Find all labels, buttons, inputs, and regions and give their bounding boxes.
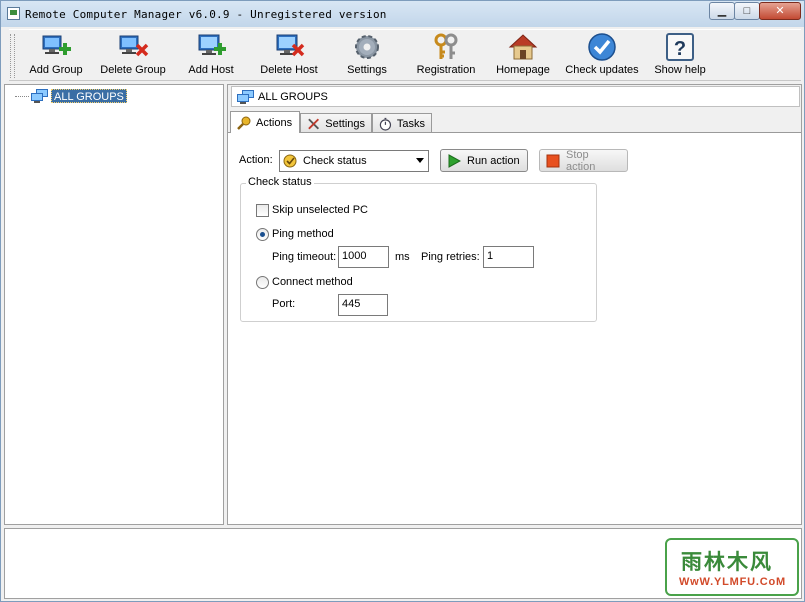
app-icon — [7, 7, 20, 20]
ms-unit-label: ms — [395, 251, 410, 263]
show-help-label: Show help — [654, 64, 706, 76]
add-group-label: Add Group — [29, 64, 83, 76]
settings-label: Settings — [347, 64, 387, 76]
homepage-label: Homepage — [496, 64, 550, 76]
ping-method-label[interactable]: Ping method — [272, 228, 334, 240]
port-label: Port: — [272, 298, 296, 310]
group-title: Check status — [246, 176, 314, 188]
tab-actions[interactable]: Actions — [230, 111, 300, 133]
computers-icon — [237, 89, 254, 104]
stop-action-button[interactable]: Stop action — [539, 148, 628, 173]
tree-connector — [15, 95, 29, 97]
connect-method-label[interactable]: Connect method — [272, 276, 353, 288]
tree-item-all-groups[interactable]: ALL GROUPS — [15, 88, 127, 104]
homepage-button[interactable]: Homepage — [492, 32, 554, 80]
tab-tasks[interactable]: Tasks — [372, 113, 432, 133]
main-pane: ALL GROUPS Actions Settings Tasks Action… — [227, 84, 802, 525]
delete-group-icon — [119, 35, 149, 57]
computers-icon — [31, 89, 48, 103]
port-input[interactable]: 445 — [338, 294, 388, 316]
check-updates-button[interactable]: Check updates — [564, 32, 640, 80]
stop-action-label: Stop action — [565, 148, 596, 173]
registration-label: Registration — [416, 64, 476, 76]
path-label: ALL GROUPS — [258, 90, 328, 103]
skip-unselected-label[interactable]: Skip unselected PC — [272, 204, 368, 216]
delete-host-label: Delete Host — [260, 64, 318, 76]
chevron-down-icon — [416, 158, 424, 163]
tab-settings-label: Settings — [325, 117, 365, 130]
watermark-url: WwW.YLMFU.CoM — [679, 576, 786, 588]
check-updates-label: Check updates — [565, 64, 639, 76]
stop-icon — [546, 154, 560, 167]
maximize-button[interactable]: □ — [734, 2, 760, 20]
settings-button[interactable]: Settings — [342, 32, 392, 80]
home-icon — [508, 34, 538, 60]
add-group-icon — [42, 35, 71, 55]
app-window: Remote Computer Manager v6.0.9 - Unregis… — [0, 0, 805, 602]
delete-group-label: Delete Group — [100, 64, 166, 76]
show-help-button[interactable]: ? Show help — [652, 32, 708, 80]
play-icon — [448, 153, 461, 168]
tree-label: ALL GROUPS — [51, 89, 127, 103]
ping-retries-input[interactable]: 1 — [483, 246, 534, 268]
tab-settings[interactable]: Settings — [300, 113, 372, 133]
delete-group-button[interactable]: Delete Group — [99, 32, 167, 80]
key-icon — [237, 116, 251, 130]
close-button[interactable]: ✕ — [759, 2, 801, 20]
tab-tasks-label: Tasks — [396, 117, 425, 130]
tools-icon — [308, 118, 320, 129]
skip-unselected-checkbox[interactable] — [256, 204, 269, 217]
toolbar: Add Group Delete Group Add Host Delete H… — [9, 29, 801, 81]
gear-icon — [355, 35, 379, 59]
add-group-button[interactable]: Add Group — [27, 32, 85, 80]
watermark-title: 雨林木风 — [681, 551, 773, 574]
stopwatch-icon — [379, 117, 392, 131]
svg-text:?: ? — [674, 38, 686, 60]
minimize-button[interactable]: ▁ — [709, 2, 735, 20]
ping-method-radio[interactable] — [256, 228, 269, 241]
check-icon — [588, 33, 616, 61]
ping-retries-label: Ping retries: — [421, 251, 480, 263]
watermark-logo: 雨林木风 WwW.YLMFU.CoM — [665, 538, 799, 596]
action-select[interactable]: Check status — [279, 150, 429, 172]
delete-host-button[interactable]: Delete Host — [257, 32, 321, 80]
check-status-group: Check status Skip unselected PC Ping met… — [240, 176, 597, 322]
action-label: Action: — [239, 154, 273, 166]
check-status-icon — [283, 154, 297, 167]
ping-timeout-input[interactable]: 1000 — [338, 246, 389, 268]
group-tree[interactable]: ALL GROUPS — [4, 84, 224, 525]
add-host-button[interactable]: Add Host — [184, 32, 238, 80]
keys-icon — [434, 33, 458, 59]
tab-actions-label: Actions — [256, 116, 293, 129]
run-action-button[interactable]: Run action — [440, 149, 528, 172]
tab-strip: Actions Settings Tasks — [228, 111, 803, 133]
connect-method-radio[interactable] — [256, 276, 269, 289]
actions-panel: Action: Check status Run action Stop act… — [228, 132, 801, 524]
help-icon: ? — [666, 33, 694, 61]
action-select-value: Check status — [303, 155, 367, 167]
ping-timeout-label: Ping timeout: — [272, 251, 337, 263]
registration-button[interactable]: Registration — [409, 32, 483, 80]
path-bar: ALL GROUPS — [231, 86, 800, 107]
add-host-icon — [198, 34, 226, 55]
delete-host-icon — [276, 34, 305, 57]
window-title: Remote Computer Manager v6.0.9 - Unregis… — [25, 8, 387, 21]
run-action-label: Run action — [467, 154, 520, 167]
add-host-label: Add Host — [188, 64, 234, 76]
title-bar[interactable]: Remote Computer Manager v6.0.9 - Unregis… — [1, 1, 804, 27]
